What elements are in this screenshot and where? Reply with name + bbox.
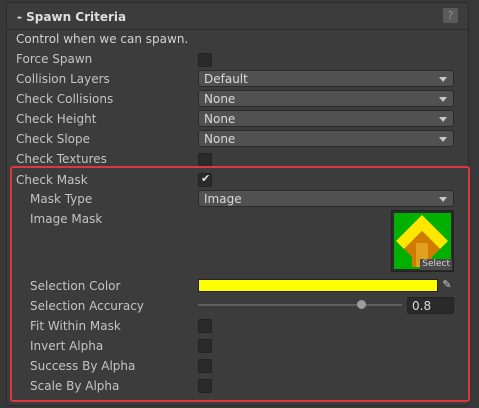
check-slope-dropdown[interactable]: None bbox=[198, 130, 454, 147]
check-collisions-label: Check Collisions bbox=[16, 92, 114, 106]
collision-layers-label: Collision Layers bbox=[16, 72, 110, 86]
check-mask-label: Check Mask bbox=[16, 173, 88, 187]
check-slope-value: None bbox=[204, 132, 236, 146]
select-image-button[interactable]: Select bbox=[420, 259, 452, 270]
check-textures-checkbox[interactable] bbox=[198, 153, 212, 167]
fit-within-mask-label: Fit Within Mask bbox=[30, 319, 121, 333]
check-height-label: Check Height bbox=[16, 112, 97, 126]
checkmark-icon: ✔ bbox=[201, 172, 211, 185]
selection-accuracy-slider-handle[interactable] bbox=[356, 300, 366, 309]
selection-accuracy-input[interactable]: 0.8 bbox=[407, 297, 454, 314]
fit-within-mask-checkbox[interactable] bbox=[198, 319, 212, 333]
scale-by-alpha-label: Scale By Alpha bbox=[30, 379, 120, 393]
check-height-value: None bbox=[204, 112, 236, 126]
selection-accuracy-label: Selection Accuracy bbox=[30, 299, 144, 313]
invert-alpha-label: Invert Alpha bbox=[30, 339, 104, 353]
section-header[interactable]: - Spawn Criteria ? bbox=[7, 3, 468, 30]
mask-type-value: Image bbox=[204, 192, 242, 206]
image-mask-thumbnail[interactable]: Select bbox=[391, 210, 454, 272]
help-icon[interactable]: ? bbox=[443, 8, 458, 23]
mask-type-label: Mask Type bbox=[30, 192, 93, 206]
chevron-down-icon bbox=[439, 97, 447, 102]
mask-type-dropdown[interactable]: Image bbox=[198, 190, 454, 207]
success-by-alpha-checkbox[interactable] bbox=[198, 359, 212, 373]
chevron-down-icon bbox=[439, 197, 447, 202]
check-textures-label: Check Textures bbox=[16, 152, 107, 166]
scale-by-alpha-checkbox[interactable] bbox=[198, 379, 212, 393]
success-by-alpha-label: Success By Alpha bbox=[30, 359, 136, 373]
invert-alpha-checkbox[interactable] bbox=[198, 339, 212, 353]
collision-layers-value: Default bbox=[204, 72, 248, 86]
check-collisions-value: None bbox=[204, 92, 236, 106]
collision-layers-dropdown[interactable]: Default bbox=[198, 70, 454, 87]
force-spawn-label: Force Spawn bbox=[16, 52, 93, 66]
image-mask-label: Image Mask bbox=[30, 212, 103, 226]
selection-accuracy-value: 0.8 bbox=[412, 299, 432, 313]
selection-color-label: Selection Color bbox=[30, 279, 121, 293]
check-mask-checkbox[interactable]: ✔ bbox=[198, 172, 212, 187]
chevron-down-icon bbox=[439, 117, 447, 122]
selection-color-field[interactable] bbox=[198, 279, 438, 292]
check-slope-label: Check Slope bbox=[16, 132, 91, 146]
chevron-down-icon bbox=[439, 137, 447, 142]
selection-accuracy-slider-track[interactable] bbox=[198, 304, 402, 306]
chevron-down-icon bbox=[439, 77, 447, 82]
force-spawn-checkbox[interactable] bbox=[198, 53, 212, 67]
check-height-dropdown[interactable]: None bbox=[198, 110, 454, 127]
section-description: Control when we can spawn. bbox=[16, 32, 189, 46]
section-title[interactable]: - Spawn Criteria bbox=[17, 10, 126, 24]
eyedropper-icon[interactable]: ✎ bbox=[440, 278, 454, 292]
check-collisions-dropdown[interactable]: None bbox=[198, 90, 454, 107]
